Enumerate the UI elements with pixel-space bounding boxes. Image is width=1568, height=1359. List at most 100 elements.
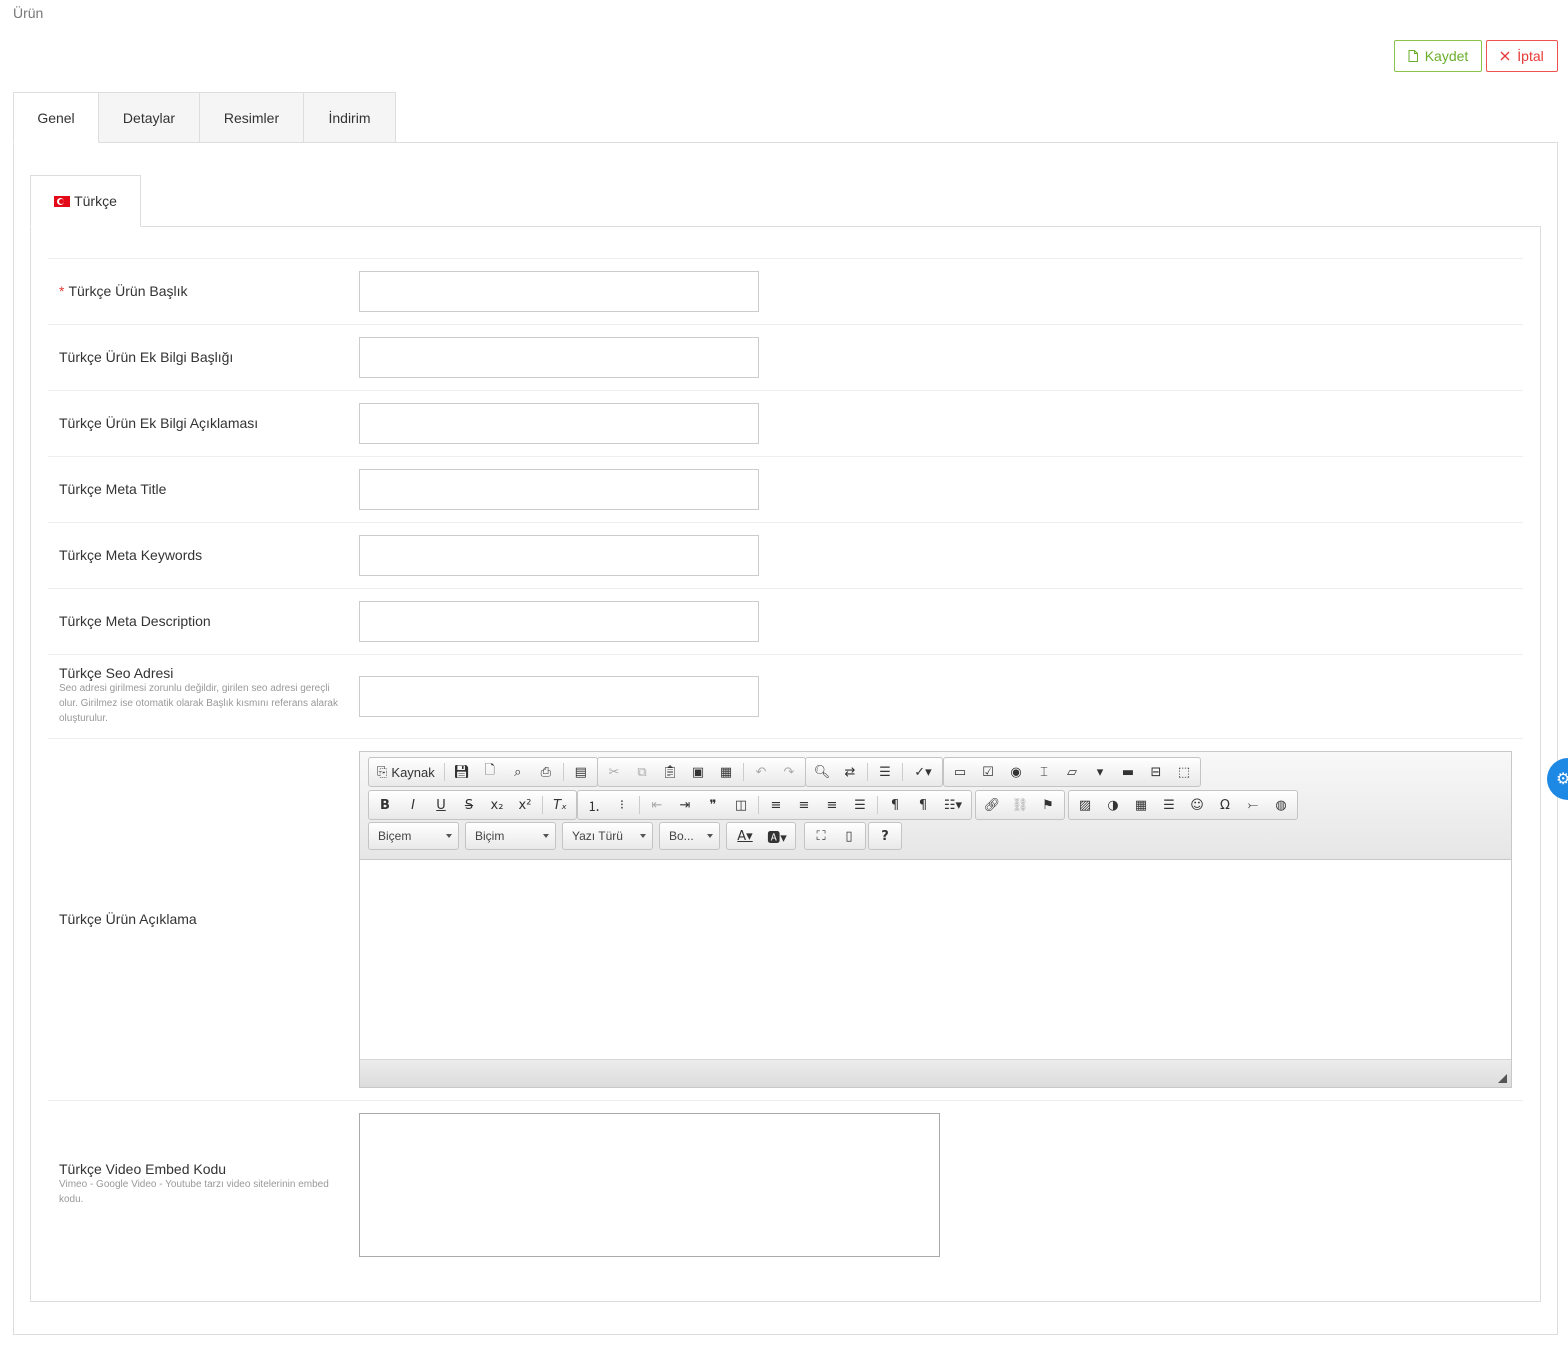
divider (48, 1100, 1523, 1101)
tab-genel[interactable]: Genel (13, 92, 99, 143)
paste-text-icon[interactable]: ▣ (684, 760, 712, 784)
urun-baslik-input[interactable] (359, 271, 759, 312)
spellcheck-icon[interactable]: ✓▾ (906, 760, 940, 784)
resize-handle-icon[interactable] (1498, 1074, 1507, 1083)
link-icon[interactable]: 🔗︎ (978, 793, 1006, 817)
align-center-icon[interactable]: ≡ (790, 793, 818, 817)
select-icon[interactable]: ▾ (1086, 760, 1114, 784)
superscript-icon[interactable]: x² (511, 793, 539, 817)
undo-icon[interactable]: ↶ (747, 760, 775, 784)
special-char-icon[interactable]: Ω (1211, 793, 1239, 817)
source-button[interactable]: ⎘ Kaynak (371, 760, 441, 784)
cancel-button[interactable]: İptal (1486, 40, 1558, 72)
cut-icon[interactable]: ✂ (600, 760, 628, 784)
bulleted-list-icon[interactable]: ⁝ (608, 793, 636, 817)
redo-icon[interactable]: ↷ (775, 760, 803, 784)
copy-icon[interactable]: ⧉ (628, 760, 656, 784)
tab-resimler[interactable]: Resimler (199, 92, 304, 143)
ek-bilgi-aciklamasi-input[interactable] (359, 403, 759, 444)
save-icon[interactable]: 💾︎ (448, 760, 476, 784)
ek-bilgi-basligi-input[interactable] (359, 337, 759, 378)
div-container-icon[interactable]: ◫ (727, 793, 755, 817)
meta-title-input[interactable] (359, 469, 759, 510)
align-left-icon[interactable]: ≡ (762, 793, 790, 817)
toolbar-separator (542, 796, 543, 814)
format-combo[interactable]: Biçim (465, 822, 556, 850)
toolbar-group-basic-styles: B I U S x₂ x² Tₓ (368, 790, 577, 820)
image-icon[interactable]: ▨ (1071, 793, 1099, 817)
toolbar-group-editing: 🔍︎ ⇄ ☰ ✓▾ (805, 757, 943, 787)
iframe-icon[interactable]: ◍ (1267, 793, 1295, 817)
maximize-icon[interactable]: ⛶ (807, 824, 835, 848)
unlink-icon[interactable]: ⛓ (1006, 793, 1034, 817)
meta-keywords-input[interactable] (359, 535, 759, 576)
background-color-icon[interactable]: 🅰︎▾ (761, 824, 793, 848)
templates-icon[interactable]: ▤ (567, 760, 595, 784)
text-color-icon[interactable]: A▾ (729, 824, 761, 848)
chevron-down-icon (446, 834, 452, 838)
editor-content-area[interactable] (360, 860, 1511, 1060)
paste-icon[interactable]: 📋︎ (656, 760, 684, 784)
align-justify-icon[interactable]: ☰ (846, 793, 874, 817)
find-icon[interactable]: 🔍︎ (808, 760, 836, 784)
show-blocks-icon[interactable]: ▯ (835, 824, 863, 848)
toolbar-separator (867, 763, 868, 781)
video-embed-textarea[interactable] (359, 1113, 940, 1257)
ltr-icon[interactable]: ¶ (881, 793, 909, 817)
save-button-label: Kaydet (1424, 48, 1469, 64)
select-all-icon[interactable]: ☰ (871, 760, 899, 784)
replace-icon[interactable]: ⇄ (836, 760, 864, 784)
language-tab-turkce[interactable]: Türkçe (30, 175, 141, 227)
text-field-icon[interactable]: ⌶ (1030, 760, 1058, 784)
outdent-icon[interactable]: ⇤ (643, 793, 671, 817)
toolbar-group-document: ⎘ Kaynak 💾︎ 🗋 ⌕ ⎙ ▤ (368, 757, 598, 787)
checkbox-icon[interactable]: ☑ (974, 760, 1002, 784)
flash-icon[interactable]: ◑ (1099, 793, 1127, 817)
smiley-icon[interactable]: ☺ (1183, 793, 1211, 817)
language-tab-label: Türkçe (74, 193, 117, 209)
image-button-icon[interactable]: ⊟ (1142, 760, 1170, 784)
video-embed-hint: Vimeo - Google Video - Youtube tarzı vid… (59, 1179, 329, 1205)
horizontal-rule-icon[interactable]: ☰ (1155, 793, 1183, 817)
strikethrough-icon[interactable]: S (455, 793, 483, 817)
toolbar-separator (639, 796, 640, 814)
align-right-icon[interactable]: ≡ (818, 793, 846, 817)
meta-description-input[interactable] (359, 601, 759, 642)
radio-icon[interactable]: ◉ (1002, 760, 1030, 784)
hidden-field-icon[interactable]: ⬚ (1170, 760, 1198, 784)
anchor-icon[interactable]: ⚑ (1034, 793, 1062, 817)
print-icon[interactable]: ⎙ (532, 760, 560, 784)
button-icon[interactable]: ▬ (1114, 760, 1142, 784)
textarea-icon[interactable]: ▱ (1058, 760, 1086, 784)
tab-indirim[interactable]: İndirim (303, 92, 396, 143)
toolbar-group-clipboard: ✂ ⧉ 📋︎ ▣ ▦ ↶ ↷ (597, 757, 806, 787)
divider (48, 324, 1523, 325)
preview-icon[interactable]: ⌕ (504, 760, 532, 784)
help-icon[interactable]: ? (871, 824, 899, 848)
seo-adresi-input[interactable] (359, 676, 759, 717)
save-button[interactable]: Kaydet (1394, 40, 1482, 72)
underline-icon[interactable]: U (427, 793, 455, 817)
paste-word-icon[interactable]: ▦ (712, 760, 740, 784)
rtl-icon[interactable]: ¶ (909, 793, 937, 817)
cancel-button-label: İptal (1517, 48, 1544, 64)
language-icon[interactable]: ☷▾ (937, 793, 969, 817)
font-size-combo[interactable]: Bo... (659, 822, 720, 850)
italic-icon[interactable]: I (399, 793, 427, 817)
blockquote-icon[interactable]: ❞ (699, 793, 727, 817)
field-label-ek-bilgi-basligi: Türkçe Ürün Ek Bilgi Başlığı (59, 349, 234, 365)
toolbar-group-paragraph: ⒈ ⁝ ⇤ ⇥ ❞ ◫ ≡ ≡ ≡ ☰ ¶ ¶ ☷▾ (577, 790, 972, 820)
numbered-list-icon[interactable]: ⒈ (580, 793, 608, 817)
form-icon[interactable]: ▭ (946, 760, 974, 784)
table-icon[interactable]: ▦ (1127, 793, 1155, 817)
subscript-icon[interactable]: x₂ (483, 793, 511, 817)
styles-combo[interactable]: Biçem (368, 822, 459, 850)
font-combo[interactable]: Yazı Türü (562, 822, 653, 850)
indent-icon[interactable]: ⇥ (671, 793, 699, 817)
remove-format-icon[interactable]: Tₓ (546, 793, 574, 817)
divider (48, 654, 1523, 655)
page-break-icon[interactable]: ⤚ (1239, 793, 1267, 817)
bold-icon[interactable]: B (371, 793, 399, 817)
new-page-icon[interactable]: 🗋 (476, 760, 504, 784)
tab-detaylar[interactable]: Detaylar (98, 92, 200, 143)
